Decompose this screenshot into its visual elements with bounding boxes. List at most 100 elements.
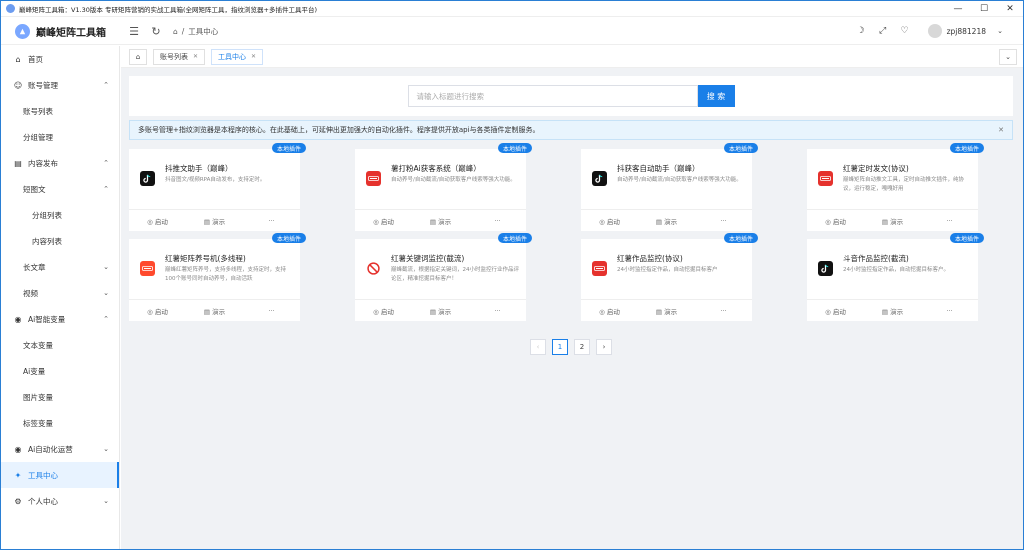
start-button[interactable]: ◎ 启动: [807, 306, 864, 316]
douyin-icon: [592, 171, 607, 186]
plugin-card[interactable]: 本地插件 红薯矩阵养号机(多线程) 巅峰红薯矩阵养号，支持多线程，支持定时，支持10…: [129, 233, 306, 321]
breadcrumb: ⌂ / 工具中心: [173, 26, 222, 37]
start-button[interactable]: ◎ 启动: [129, 216, 186, 226]
plugin-description: 抖音图文/视频RPA自动发布，支持定时。: [165, 177, 266, 183]
sidebar-item-long-article[interactable]: 长文章 ⌄: [1, 254, 119, 280]
minimize-button[interactable]: —: [945, 1, 971, 17]
document-icon: ▤: [881, 307, 891, 316]
plugin-card[interactable]: 本地插件 抖推文助手（巅峰） 抖音图文/视频RPA自动发布，支持定时。 ◎ 启动 ▤ 演…: [129, 143, 306, 231]
sidebar-item-account-mgmt[interactable]: ☺ 账号管理 ⌃: [1, 72, 119, 98]
dark-mode-icon[interactable]: ☽: [852, 26, 870, 36]
more-button[interactable]: ···: [695, 307, 752, 315]
demo-button[interactable]: ▤ 演示: [412, 216, 469, 226]
more-button[interactable]: ···: [469, 307, 526, 315]
prev-page-button[interactable]: ‹: [530, 339, 546, 355]
sidebar-item-content-publish[interactable]: ▤ 内容发布 ⌃: [1, 150, 119, 176]
sidebar-item-home[interactable]: ⌂ 首页: [1, 46, 119, 72]
chevron-down-icon[interactable]: ⌄: [991, 27, 1009, 35]
more-button[interactable]: ···: [921, 217, 978, 225]
demo-button[interactable]: ▤ 演示: [638, 306, 695, 316]
plugin-card[interactable]: 本地插件 薯打粉Ai获客系统（巅峰） 自动养号/自动截流/自动获取客户线索等强大功能…: [355, 143, 532, 231]
chevron-down-icon: ⌄: [103, 263, 109, 271]
sidebar-item-text-vars[interactable]: 文本变量: [1, 332, 119, 358]
demo-button[interactable]: ▤ 演示: [864, 216, 921, 226]
close-icon[interactable]: ✕: [193, 53, 198, 60]
plugin-card[interactable]: 本地插件 红薯定时发文(协议) 巅峰矩阵自动推文工具，定时自动推文插件，纯协议，运行…: [807, 143, 984, 231]
sidebar-item-ai-vars[interactable]: ◉ Ai智能变量 ⌃: [1, 306, 119, 332]
sidebar-item-content-list[interactable]: 内容列表: [1, 228, 119, 254]
sidebar-item-video[interactable]: 视频 ⌄: [1, 280, 119, 306]
maximize-button[interactable]: ☐: [971, 1, 997, 17]
plugin-card[interactable]: 本地插件 红薯作品监控(协议) 24小时监控指定作品，自动挖掘目标客户 ◎ 启动 ▤ 演…: [581, 233, 758, 321]
sidebar-item-group-mgmt[interactable]: 分组管理: [1, 124, 119, 150]
document-icon: ▤: [429, 307, 439, 316]
avatar[interactable]: [927, 24, 942, 38]
more-button[interactable]: ···: [243, 217, 300, 225]
demo-button[interactable]: ▤ 演示: [412, 306, 469, 316]
next-page-button[interactable]: ›: [596, 339, 612, 355]
local-plugin-badge: 本地插件: [497, 233, 532, 243]
window-title: 巅峰矩阵工具箱：V1.30版本 专研矩阵营销的实战工具箱(全网矩阵工具，指纹浏览…: [19, 5, 318, 14]
plugin-description: 巅峰红薯矩阵养号，支持多线程，支持定时，支持100个账号同时自动养号，自动活跃: [165, 267, 287, 282]
bell-icon[interactable]: ♡: [896, 26, 914, 36]
local-plugin-badge: 本地插件: [949, 233, 984, 243]
demo-button[interactable]: ▤ 演示: [186, 306, 243, 316]
card-actions: ◎ 启动 ▤ 演示 ···: [129, 299, 300, 321]
start-button[interactable]: ◎ 启动: [355, 306, 412, 316]
tab-home[interactable]: ⌂: [129, 48, 147, 65]
sidebar-item-short-post[interactable]: 短图文 ⌃: [1, 176, 119, 202]
more-button[interactable]: ···: [695, 217, 752, 225]
chevron-down-icon: ⌄: [103, 289, 109, 297]
home-icon[interactable]: ⌂: [173, 27, 178, 36]
brand-logo: 巅峰矩阵工具箱: [1, 18, 119, 45]
sidebar-item-ai-ops[interactable]: ◉ Ai自动化运营 ⌄: [1, 436, 119, 462]
sidebar-item-image-vars[interactable]: 图片变量: [1, 384, 119, 410]
sidebar-item-tool-center[interactable]: ✦ 工具中心: [1, 462, 119, 488]
plugin-title: 薯打粉Ai获客系统（巅峰）: [391, 164, 481, 173]
card-actions: ◎ 启动 ▤ 演示 ···: [581, 299, 752, 321]
start-button[interactable]: ◎ 启动: [807, 216, 864, 226]
plugin-card[interactable]: 本地插件 斗音作品监控(截流) 24小时监控指定作品，自动挖掘目标客户。 ◎ 启动 ▤ …: [807, 233, 984, 321]
tabs-dropdown-button[interactable]: ⌄: [999, 49, 1017, 65]
start-button[interactable]: ◎ 启动: [581, 306, 638, 316]
username[interactable]: zpj881218: [947, 27, 986, 36]
sidebar-item-ai-var[interactable]: Ai变量: [1, 358, 119, 384]
close-icon[interactable]: ✕: [998, 126, 1004, 134]
douyin-icon: [818, 261, 833, 276]
document-icon: ▤: [655, 217, 665, 226]
sidebar-item-account-list[interactable]: 账号列表: [1, 98, 119, 124]
tab-account-list[interactable]: 账号列表 ✕: [153, 48, 206, 65]
more-button[interactable]: ···: [243, 307, 300, 315]
close-icon[interactable]: ✕: [251, 53, 256, 60]
demo-button[interactable]: ▤ 演示: [864, 306, 921, 316]
sidebar-item-tag-vars[interactable]: 标签变量: [1, 410, 119, 436]
start-button[interactable]: ◎ 启动: [129, 306, 186, 316]
start-button[interactable]: ◎ 启动: [581, 216, 638, 226]
start-button[interactable]: ◎ 启动: [355, 216, 412, 226]
tab-tool-center[interactable]: 工具中心 ✕: [211, 48, 264, 65]
refresh-icon[interactable]: ↻: [149, 25, 163, 38]
sidebar-item-personal-center[interactable]: ⚙ 个人中心 ⌄: [1, 488, 119, 514]
more-button[interactable]: ···: [469, 217, 526, 225]
fullscreen-icon[interactable]: ⤢: [874, 26, 892, 36]
search-button[interactable]: 搜 索: [697, 85, 735, 107]
collapse-menu-icon[interactable]: ☰: [127, 25, 141, 38]
local-plugin-badge: 本地插件: [723, 233, 758, 243]
demo-button[interactable]: ▤ 演示: [638, 216, 695, 226]
local-plugin-badge: 本地插件: [271, 233, 306, 243]
search-input[interactable]: 请输入标题进行搜索: [407, 85, 698, 107]
plugin-title: 红薯定时发文(协议): [843, 164, 909, 173]
page-1-button[interactable]: 1: [552, 339, 568, 355]
breadcrumb-current: 工具中心: [188, 26, 219, 36]
plugin-description: 巅峰截流，根据指定关键词，24小时监控行业作品评论区，精准挖掘目标客户！: [391, 267, 520, 282]
main-content: ⌂ 账号列表 ✕ 工具中心 ✕ ⌄ 请输入标题进行搜索 搜 索 多账号管理+指纹浏览…: [121, 46, 1023, 549]
page-2-button[interactable]: 2: [574, 339, 590, 355]
sidebar-item-group-list[interactable]: 分组列表: [1, 202, 119, 228]
close-window-button[interactable]: ✕: [997, 1, 1023, 17]
plugin-card[interactable]: 本地插件 抖获客自动助手（巅峰） 自动养号/自动截流/自动获取客户线索等强大功能。 ◎…: [581, 143, 758, 231]
card-actions: ◎ 启动 ▤ 演示 ···: [129, 209, 300, 231]
more-button[interactable]: ···: [921, 307, 978, 315]
pagination: ‹ 1 2 ›: [530, 339, 618, 355]
demo-button[interactable]: ▤ 演示: [186, 216, 243, 226]
plugin-card[interactable]: 本地插件 红薯关键词监控(截流) 巅峰截流，根据指定关键词，24小时监控行业作品评论…: [355, 233, 532, 321]
